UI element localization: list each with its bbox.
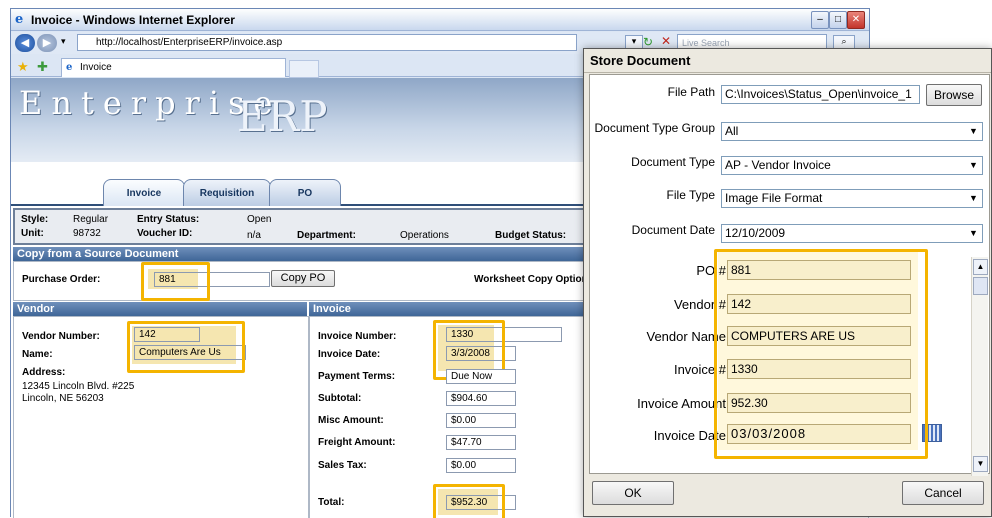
minimize-icon[interactable]: – [811,11,829,29]
doc-type-select[interactable]: AP - Vendor Invoice ▼ [721,156,983,175]
browser-tab-invoice[interactable]: e Invoice [61,58,286,77]
dialog-body: File Path C:\Invoices\Status_Open\invoic… [589,74,990,474]
maximize-icon[interactable]: □ [829,11,847,29]
forward-icon[interactable]: ▶ [37,34,57,52]
tab-invoice[interactable]: Invoice [103,179,185,206]
highlight-po [141,262,210,301]
scroll-up-icon[interactable]: ▲ [973,259,988,275]
store-document-dialog: Store Document File Path C:\Invoices\Sta… [583,48,992,517]
dialog-scrollbar[interactable]: ▲ ▼ [971,257,988,476]
vendor-section-header: Vendor [13,302,307,316]
misc-amount-label: Misc Amount: [318,415,384,426]
file-type-label: File Type [666,188,715,202]
invoice-amount-label: Invoice Amount [637,396,726,411]
invoice-date-label: Invoice Date [653,428,726,443]
doc-date-label: Document Date [631,223,715,237]
entry-status-label: Entry Status: [137,214,200,225]
history-dropdown-icon[interactable]: ▾ [61,36,66,47]
browser-title-bar: e Invoice - Windows Internet Explorer – … [11,9,869,31]
address-label: Address: [22,367,66,378]
unit-value: 98732 [73,228,101,239]
misc-amount-input[interactable]: $0.00 [446,413,516,428]
dialog-title: Store Document [584,49,991,73]
entry-status-value: Open [247,214,272,225]
invoice-label: Invoice # [673,362,726,377]
purchase-order-label: Purchase Order: [22,274,101,285]
address-line-2: Lincoln, NE 56203 [22,393,104,404]
vendor-name-label: Name: [22,349,53,360]
total-label: Total: [318,497,345,508]
scroll-thumb[interactable] [973,277,988,295]
refresh-icon[interactable]: ↻ [643,35,653,49]
sales-tax-input[interactable]: $0.00 [446,458,516,473]
payment-terms-label: Payment Terms: [318,371,396,382]
doc-date-select[interactable]: 12/10/2009 ▼ [721,224,983,243]
freight-amount-label: Freight Amount: [318,437,396,448]
chevron-down-icon[interactable]: ▼ [967,227,980,240]
brand-text-erp: ERP [237,92,328,141]
copy-po-button[interactable]: Copy PO [271,270,335,287]
budget-status-label: Budget Status: [495,230,567,241]
subtotal-input[interactable]: $904.60 [446,391,516,406]
department-value: Operations [400,230,449,241]
favorites-star-icon[interactable]: ★ [17,59,29,75]
file-type-value: Image File Format [725,191,823,205]
ie-page-icon: e [66,62,73,73]
ok-button[interactable]: OK [592,481,674,505]
address-line-1: 12345 Lincoln Blvd. #225 [22,381,135,392]
tab-po[interactable]: PO [269,179,341,206]
highlight-index-fields [714,249,928,459]
highlight-total [433,484,505,518]
ie-logo-icon: e [15,12,24,27]
file-path-label: File Path [667,85,715,99]
vendor-label: Vendor # [673,297,726,312]
doc-type-group-label: Document Type Group [594,121,715,135]
file-type-select[interactable]: Image File Format ▼ [721,189,983,208]
doc-type-value: AP - Vendor Invoice [725,158,831,172]
doc-date-value: 12/10/2009 [725,226,786,240]
voucher-value: n/a [247,230,261,241]
sales-tax-label: Sales Tax: [318,460,367,471]
vendor-number-label: Vendor Number: [22,331,100,342]
vendor-name-label: Vendor Name [646,329,727,344]
payment-terms-input[interactable]: Due Now [446,369,516,384]
worksheet-options-label: Worksheet Copy Options: [474,274,597,285]
style-value: Regular [73,214,109,225]
style-label: Style: [21,214,49,225]
chevron-down-icon[interactable]: ▼ [967,125,980,138]
add-favorite-icon[interactable]: ✚ [37,59,48,75]
close-icon[interactable]: ✕ [847,11,865,29]
subtotal-label: Subtotal: [318,393,362,404]
invoice-date-label: Invoice Date: [318,349,381,360]
doc-type-group-value: All [725,124,739,138]
freight-amount-input[interactable]: $47.70 [446,435,516,450]
po-label: PO # [696,263,726,278]
voucher-label: Voucher ID: [137,228,193,239]
vendor-section: Vendor Number: 142 Name: Computers Are U… [13,316,309,518]
cancel-button[interactable]: Cancel [902,481,984,505]
stop-icon[interactable]: ✕ [661,34,671,48]
back-icon[interactable]: ◀ [15,34,35,52]
browser-tab-label: Invoice [80,62,112,73]
address-field[interactable]: http://localhost/EnterpriseERP/invoice.a… [77,34,577,51]
invoice-number-label: Invoice Number: [318,331,397,342]
department-label: Department: [297,230,356,241]
new-tab-button[interactable] [289,60,319,78]
chevron-down-icon[interactable]: ▼ [967,159,980,172]
tab-requisition[interactable]: Requisition [183,179,271,206]
chevron-down-icon[interactable]: ▼ [967,192,980,205]
browser-title: Invoice - Windows Internet Explorer [31,13,235,27]
scroll-down-icon[interactable]: ▼ [973,456,988,472]
browse-button[interactable]: Browse [926,84,982,106]
file-path-input[interactable]: C:\Invoices\Status_Open\invoice_1 [721,85,920,104]
doc-type-label: Document Type [631,155,715,169]
highlight-vendor [127,321,245,373]
doc-type-group-select[interactable]: All ▼ [721,122,983,141]
unit-label: Unit: [21,228,44,239]
